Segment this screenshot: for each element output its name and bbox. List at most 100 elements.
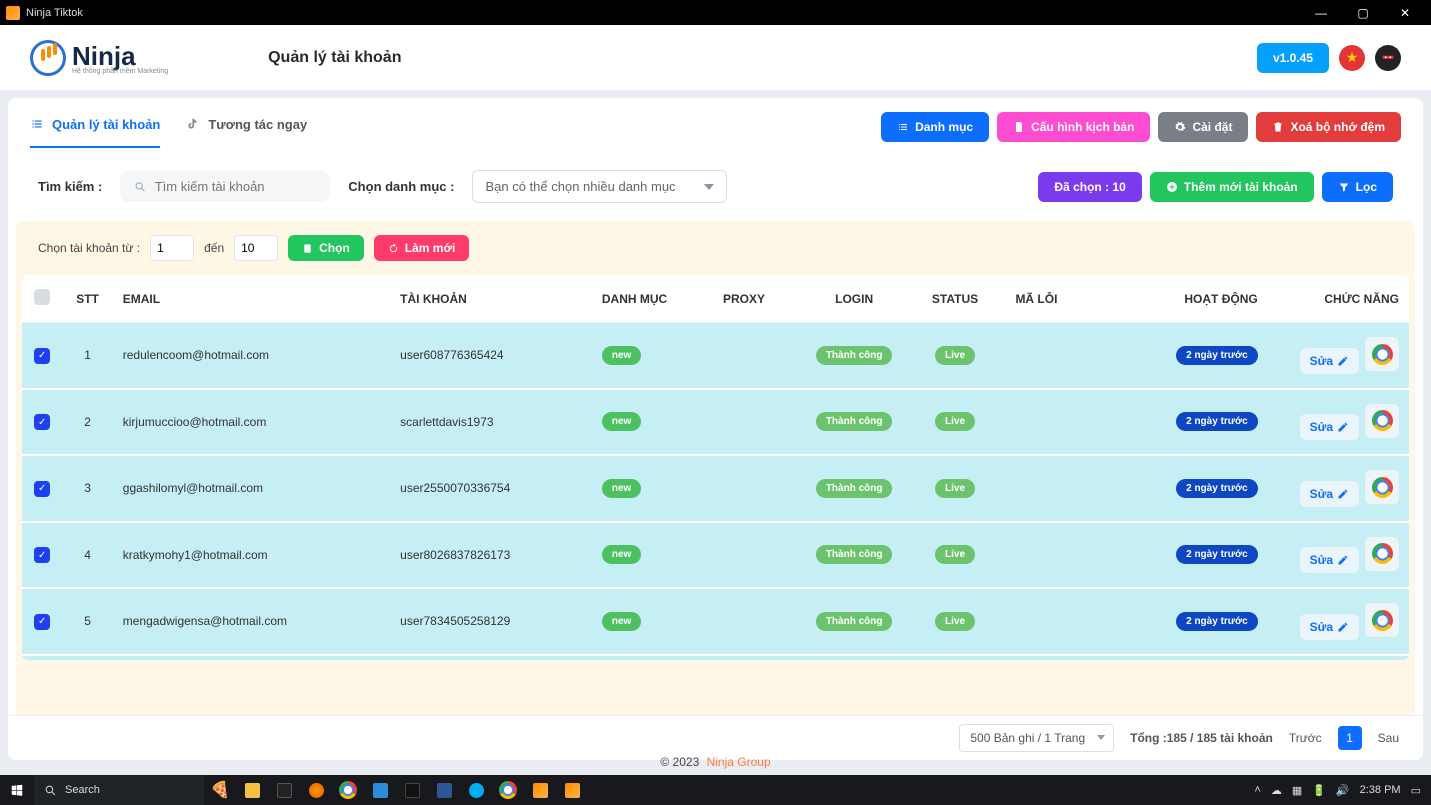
- tray-notification-icon[interactable]: ▭: [1411, 784, 1421, 797]
- col-error: MÃ LỖI: [1005, 275, 1126, 323]
- edit-button[interactable]: Sửa: [1300, 547, 1359, 573]
- cell-proxy: [713, 522, 804, 589]
- tab-interact[interactable]: Tương tác ngay: [186, 117, 307, 148]
- edit-icon: [1337, 554, 1349, 566]
- taskbar: Search 🍕 ˄ ☁ ▦ 🔋 🔊 2:38 PM ▭: [0, 775, 1431, 805]
- category-badge: new: [602, 412, 641, 431]
- table-row[interactable]: ✓4kratkymohy1@hotmail.comuser80268378261…: [22, 522, 1409, 589]
- cell-proxy: [713, 323, 804, 389]
- clear-cache-label: Xoá bộ nhớ đệm: [1290, 120, 1385, 134]
- table-row[interactable]: ✓6jentinayaaba@hotmail.complumleejoleen3…: [22, 655, 1409, 661]
- cell-proxy: [713, 655, 804, 661]
- tray-sound-icon[interactable]: 🔊: [1336, 784, 1350, 797]
- taskbar-firefox[interactable]: [300, 775, 332, 805]
- taskbar-search-icon: [44, 784, 57, 797]
- taskbar-word[interactable]: [428, 775, 460, 805]
- choose-button[interactable]: Chọn: [288, 235, 364, 261]
- tray-cloud-icon[interactable]: ☁: [1271, 784, 1282, 797]
- per-page-select[interactable]: 500 Bản ghi / 1 Trang: [959, 724, 1114, 752]
- scenario-button[interactable]: Cấu hình kịch bản: [997, 112, 1150, 142]
- tray-chevron-icon[interactable]: ˄: [1254, 784, 1260, 796]
- open-browser-button[interactable]: [1365, 337, 1399, 371]
- open-browser-button[interactable]: [1365, 404, 1399, 438]
- taskbar-chrome[interactable]: [332, 775, 364, 805]
- row-checkbox[interactable]: ✓: [34, 614, 50, 630]
- tiktok-icon: [186, 117, 200, 131]
- table-scroll[interactable]: STT EMAIL TÀI KHOẢN DANH MỤC PROXY LOGIN…: [22, 275, 1409, 660]
- taskbar-terminal-1[interactable]: [268, 775, 300, 805]
- refresh-button[interactable]: Làm mới: [374, 235, 470, 261]
- table-row[interactable]: ✓5mengadwigensa@hotmail.comuser783450525…: [22, 588, 1409, 655]
- maximize-button[interactable]: ▢: [1343, 3, 1383, 23]
- search-input[interactable]: [155, 179, 317, 194]
- row-checkbox[interactable]: ✓: [34, 547, 50, 563]
- add-account-button[interactable]: Thêm mới tài khoản: [1150, 172, 1314, 202]
- table-row[interactable]: ✓3ggashilomyl@hotmail.comuser25500703367…: [22, 455, 1409, 522]
- open-browser-button[interactable]: [1365, 470, 1399, 504]
- prev-page-button[interactable]: Trước: [1289, 731, 1322, 745]
- category-badge: new: [602, 545, 641, 564]
- start-button[interactable]: [0, 775, 34, 805]
- row-checkbox[interactable]: ✓: [34, 348, 50, 364]
- table-row[interactable]: ✓1redulencoom@hotmail.comuser60877636542…: [22, 323, 1409, 389]
- taskbar-explorer[interactable]: [236, 775, 268, 805]
- taskbar-cmd[interactable]: [396, 775, 428, 805]
- cell-email: kratkymohy1@hotmail.com: [113, 522, 390, 589]
- taskbar-skype[interactable]: [460, 775, 492, 805]
- taskbar-search-text: Search: [65, 784, 100, 796]
- taskbar-chrome-2[interactable]: [492, 775, 524, 805]
- category-select-label: Chọn danh mục :: [348, 179, 454, 194]
- windows-icon: [10, 783, 24, 797]
- edit-button[interactable]: Sửa: [1300, 481, 1359, 507]
- edit-button[interactable]: Sửa: [1300, 414, 1359, 440]
- col-category: DANH MỤC: [592, 275, 713, 323]
- language-flag-icon[interactable]: ★: [1339, 45, 1365, 71]
- taskbar-ninja-2[interactable]: [556, 775, 588, 805]
- tray-app-icon[interactable]: ▦: [1292, 784, 1302, 797]
- category-button[interactable]: Danh mục: [881, 112, 989, 142]
- tray-battery-icon[interactable]: 🔋: [1312, 784, 1326, 797]
- clear-cache-button[interactable]: Xoá bộ nhớ đệm: [1256, 112, 1401, 142]
- col-actions: CHỨC NĂNG: [1268, 275, 1409, 323]
- edit-button[interactable]: Sửa: [1300, 614, 1359, 640]
- refresh-icon: [388, 243, 399, 254]
- avatar[interactable]: [1375, 45, 1401, 71]
- tray-time[interactable]: 2:38 PM: [1360, 784, 1401, 796]
- category-select[interactable]: Bạn có thể chọn nhiều danh mục: [472, 170, 727, 203]
- next-page-button[interactable]: Sau: [1378, 731, 1399, 745]
- filter-button[interactable]: Lọc: [1322, 172, 1393, 202]
- taskbar-vscode[interactable]: [364, 775, 396, 805]
- row-checkbox[interactable]: ✓: [34, 414, 50, 430]
- document-icon: [1013, 121, 1025, 133]
- app-frame: Ninja Hệ thống phần mềm Marketing Quản l…: [0, 25, 1431, 775]
- taskbar-app-1[interactable]: 🍕: [204, 775, 236, 805]
- edit-icon: [1337, 488, 1349, 500]
- current-page[interactable]: 1: [1338, 726, 1362, 750]
- open-browser-button[interactable]: [1365, 603, 1399, 637]
- row-checkbox[interactable]: ✓: [34, 481, 50, 497]
- taskbar-search[interactable]: Search: [34, 775, 204, 805]
- table-header-row: STT EMAIL TÀI KHOẢN DANH MỤC PROXY LOGIN…: [22, 275, 1409, 323]
- cell-email: ggashilomyl@hotmail.com: [113, 455, 390, 522]
- status-badge: Live: [935, 612, 975, 631]
- close-button[interactable]: ✕: [1385, 3, 1425, 23]
- page-title: Quản lý tài khoản: [268, 49, 401, 67]
- search-box[interactable]: [120, 171, 330, 202]
- scenario-button-label: Cấu hình kịch bản: [1031, 120, 1134, 134]
- settings-button[interactable]: Cài đặt: [1158, 112, 1248, 142]
- chrome-icon: [1372, 344, 1393, 365]
- range-from-input[interactable]: [150, 235, 194, 261]
- range-to-input[interactable]: [234, 235, 278, 261]
- minimize-button[interactable]: —: [1301, 3, 1341, 23]
- version-button[interactable]: v1.0.45: [1257, 43, 1329, 73]
- cell-email: redulencoom@hotmail.com: [113, 323, 390, 389]
- tab-manage-accounts[interactable]: Quản lý tài khoản: [30, 117, 160, 148]
- select-all-checkbox[interactable]: [34, 289, 50, 305]
- clipboard-icon: [302, 243, 313, 254]
- open-browser-button[interactable]: [1365, 537, 1399, 571]
- table-row[interactable]: ✓2kirjumuccioo@hotmail.comscarlettdavis1…: [22, 389, 1409, 456]
- selected-count-button[interactable]: Đã chọn : 10: [1038, 172, 1141, 202]
- system-tray[interactable]: ˄ ☁ ▦ 🔋 🔊 2:38 PM ▭: [1244, 784, 1431, 797]
- edit-button[interactable]: Sửa: [1300, 348, 1359, 374]
- taskbar-ninja-1[interactable]: [524, 775, 556, 805]
